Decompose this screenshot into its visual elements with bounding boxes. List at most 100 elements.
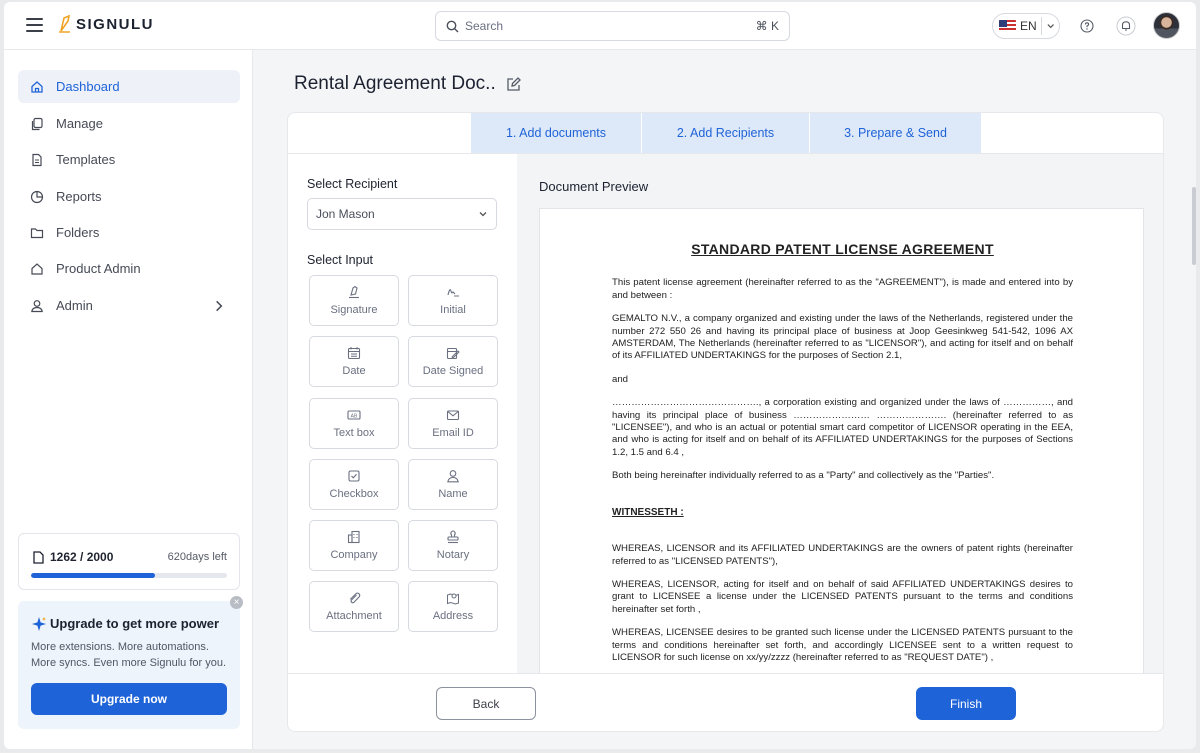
- home-icon: [31, 80, 43, 93]
- tile-label: Email ID: [432, 427, 474, 439]
- sidebar-item-dashboard[interactable]: Dashboard: [18, 70, 240, 103]
- tile-label: Attachment: [326, 610, 382, 622]
- doc-paragraph: WHEREAS, LICENSOR and its AFFILIATED UND…: [612, 543, 1073, 567]
- doc-title: STANDARD PATENT LICENSE AGREEMENT: [691, 241, 994, 257]
- file-icon: [32, 153, 42, 166]
- chevron-down-icon: [1047, 24, 1054, 29]
- language-selector[interactable]: EN: [992, 13, 1060, 39]
- upgrade-now-button[interactable]: Upgrade now: [31, 683, 227, 715]
- doc-paragraph: WHEREAS, LICENSOR, acting for itself and…: [612, 578, 1073, 615]
- tile-label: Date Signed: [422, 365, 484, 377]
- date-signed-input-tile[interactable]: Date Signed: [408, 336, 498, 387]
- help-icon[interactable]: [1075, 14, 1099, 38]
- input-panel: Select Recipient Jon Mason Select Input …: [288, 153, 517, 673]
- address-input-tile[interactable]: Address: [408, 581, 498, 632]
- notification-bell-icon[interactable]: [1114, 14, 1138, 38]
- notary-input-tile[interactable]: Notary: [408, 520, 498, 571]
- menu-icon[interactable]: [26, 18, 43, 32]
- pen-nib-icon: [59, 15, 71, 33]
- step-tabs: 1. Add documents 2. Add Recipients 3. Pr…: [471, 113, 981, 153]
- document-preview-panel: Document Preview STANDARD PATENT LICENSE…: [517, 153, 1163, 674]
- sidebar-item-label: Reports: [56, 189, 102, 204]
- chevron-down-icon: [479, 212, 487, 217]
- usage-progress-fill: [31, 573, 155, 578]
- tile-label: Notary: [436, 549, 470, 561]
- doc-paragraph: WHEREAS, LICENSEE desires to be granted …: [612, 627, 1073, 663]
- email-id-input-tile[interactable]: Email ID: [408, 398, 498, 449]
- initial-input-tile[interactable]: Initial: [408, 275, 498, 326]
- doc-paragraph: GEMALTO N.V., a company organized and ex…: [612, 313, 1073, 362]
- building-icon: [347, 530, 360, 544]
- usage-card: 1262 / 2000 620days left: [18, 533, 240, 590]
- tab-add-documents[interactable]: 1. Add documents: [471, 113, 641, 153]
- checkbox-icon: [348, 470, 360, 482]
- initial-signature-icon: [447, 289, 459, 297]
- tile-label: Name: [438, 488, 468, 500]
- search-input[interactable]: Search ⌘ K: [435, 11, 790, 41]
- sidebar-item-label: Manage: [56, 116, 103, 131]
- attachment-input-tile[interactable]: Attachment: [309, 581, 399, 632]
- edit-icon[interactable]: [506, 76, 521, 92]
- tab-add-recipients[interactable]: 2. Add Recipients: [641, 113, 809, 153]
- sidebar-item-templates[interactable]: Templates: [18, 143, 240, 176]
- sidebar-item-label: Product Admin: [56, 261, 141, 276]
- back-button[interactable]: Back: [436, 687, 536, 720]
- wizard-footer: Back Finish: [288, 673, 1163, 731]
- pie-chart-icon: [30, 190, 44, 203]
- home-icon: [31, 262, 43, 275]
- svg-text:AB: AB: [351, 413, 358, 419]
- select-recipient-label: Select Recipient: [307, 177, 398, 191]
- user-avatar[interactable]: [1153, 12, 1180, 39]
- recipient-select[interactable]: Jon Mason: [307, 198, 497, 230]
- sidebar-item-reports[interactable]: Reports: [18, 180, 240, 213]
- folder-icon: [30, 227, 44, 238]
- map-pin-icon: [447, 593, 459, 605]
- sidebar-item-admin[interactable]: Admin: [18, 289, 240, 322]
- search-icon: [446, 20, 459, 32]
- tile-label: Signature: [330, 304, 378, 316]
- upgrade-card: Upgrade to get more power More extension…: [18, 601, 240, 729]
- date-input-tile[interactable]: Date: [309, 336, 399, 387]
- tab-prepare-send[interactable]: 3. Prepare & Send: [809, 113, 981, 153]
- checkbox-input-tile[interactable]: Checkbox: [309, 459, 399, 510]
- doc-heading: WITNESSETH :: [612, 506, 684, 518]
- doc-paragraph: Both being hereinafter individually refe…: [612, 470, 995, 482]
- search-shortcut: ⌘ K: [755, 19, 779, 33]
- document-page[interactable]: STANDARD PATENT LICENSE AGREEMENT This p…: [539, 208, 1144, 674]
- page-title: Rental Agreement Doc..: [294, 73, 521, 95]
- sidebar-item-label: Admin: [56, 298, 93, 313]
- wizard-card: 1. Add documents 2. Add Recipients 3. Pr…: [287, 112, 1164, 732]
- doc-paragraph: ………………………………………., a corporation existing…: [612, 397, 1073, 458]
- finish-button[interactable]: Finish: [916, 687, 1016, 720]
- select-input-label: Select Input: [307, 253, 374, 267]
- signature-input-tile[interactable]: Signature: [309, 275, 399, 326]
- upgrade-text: More extensions. More automations. More …: [31, 641, 227, 669]
- tile-label: Checkbox: [329, 488, 379, 500]
- app-logo[interactable]: SIGNULU: [58, 15, 154, 33]
- sidebar-item-folders[interactable]: Folders: [18, 216, 240, 249]
- document-title: Rental Agreement Doc..: [294, 73, 496, 94]
- sidebar-item-label: Folders: [56, 225, 100, 240]
- text-box-icon: AB: [347, 410, 361, 420]
- company-input-tile[interactable]: Company: [309, 520, 399, 571]
- page-scrollbar[interactable]: [1192, 187, 1196, 265]
- sidebar-item-product-admin[interactable]: Product Admin: [18, 252, 240, 285]
- mail-icon: [446, 410, 460, 421]
- text-box-input-tile[interactable]: AB Text box: [309, 398, 399, 449]
- us-flag-icon: [999, 20, 1016, 32]
- app-window: SIGNULU Search ⌘ K EN Dashboard Manage T…: [4, 2, 1196, 749]
- document-preview-title: Document Preview: [539, 179, 649, 194]
- sidebar-item-manage[interactable]: Manage: [18, 107, 240, 140]
- sidebar-item-label: Dashboard: [56, 79, 120, 94]
- name-input-tile[interactable]: Name: [408, 459, 498, 510]
- usage-progress-bar: [31, 573, 227, 578]
- tile-label: Address: [432, 610, 474, 622]
- usage-days-left: 620days left: [167, 551, 227, 563]
- calendar-icon: [347, 347, 361, 360]
- chevron-right-icon: [216, 300, 223, 312]
- close-icon[interactable]: ×: [230, 596, 243, 609]
- paperclip-icon: [349, 592, 361, 604]
- user-icon: [447, 470, 459, 483]
- tile-label: Company: [330, 549, 378, 561]
- top-bar: SIGNULU Search ⌘ K EN: [4, 2, 1196, 50]
